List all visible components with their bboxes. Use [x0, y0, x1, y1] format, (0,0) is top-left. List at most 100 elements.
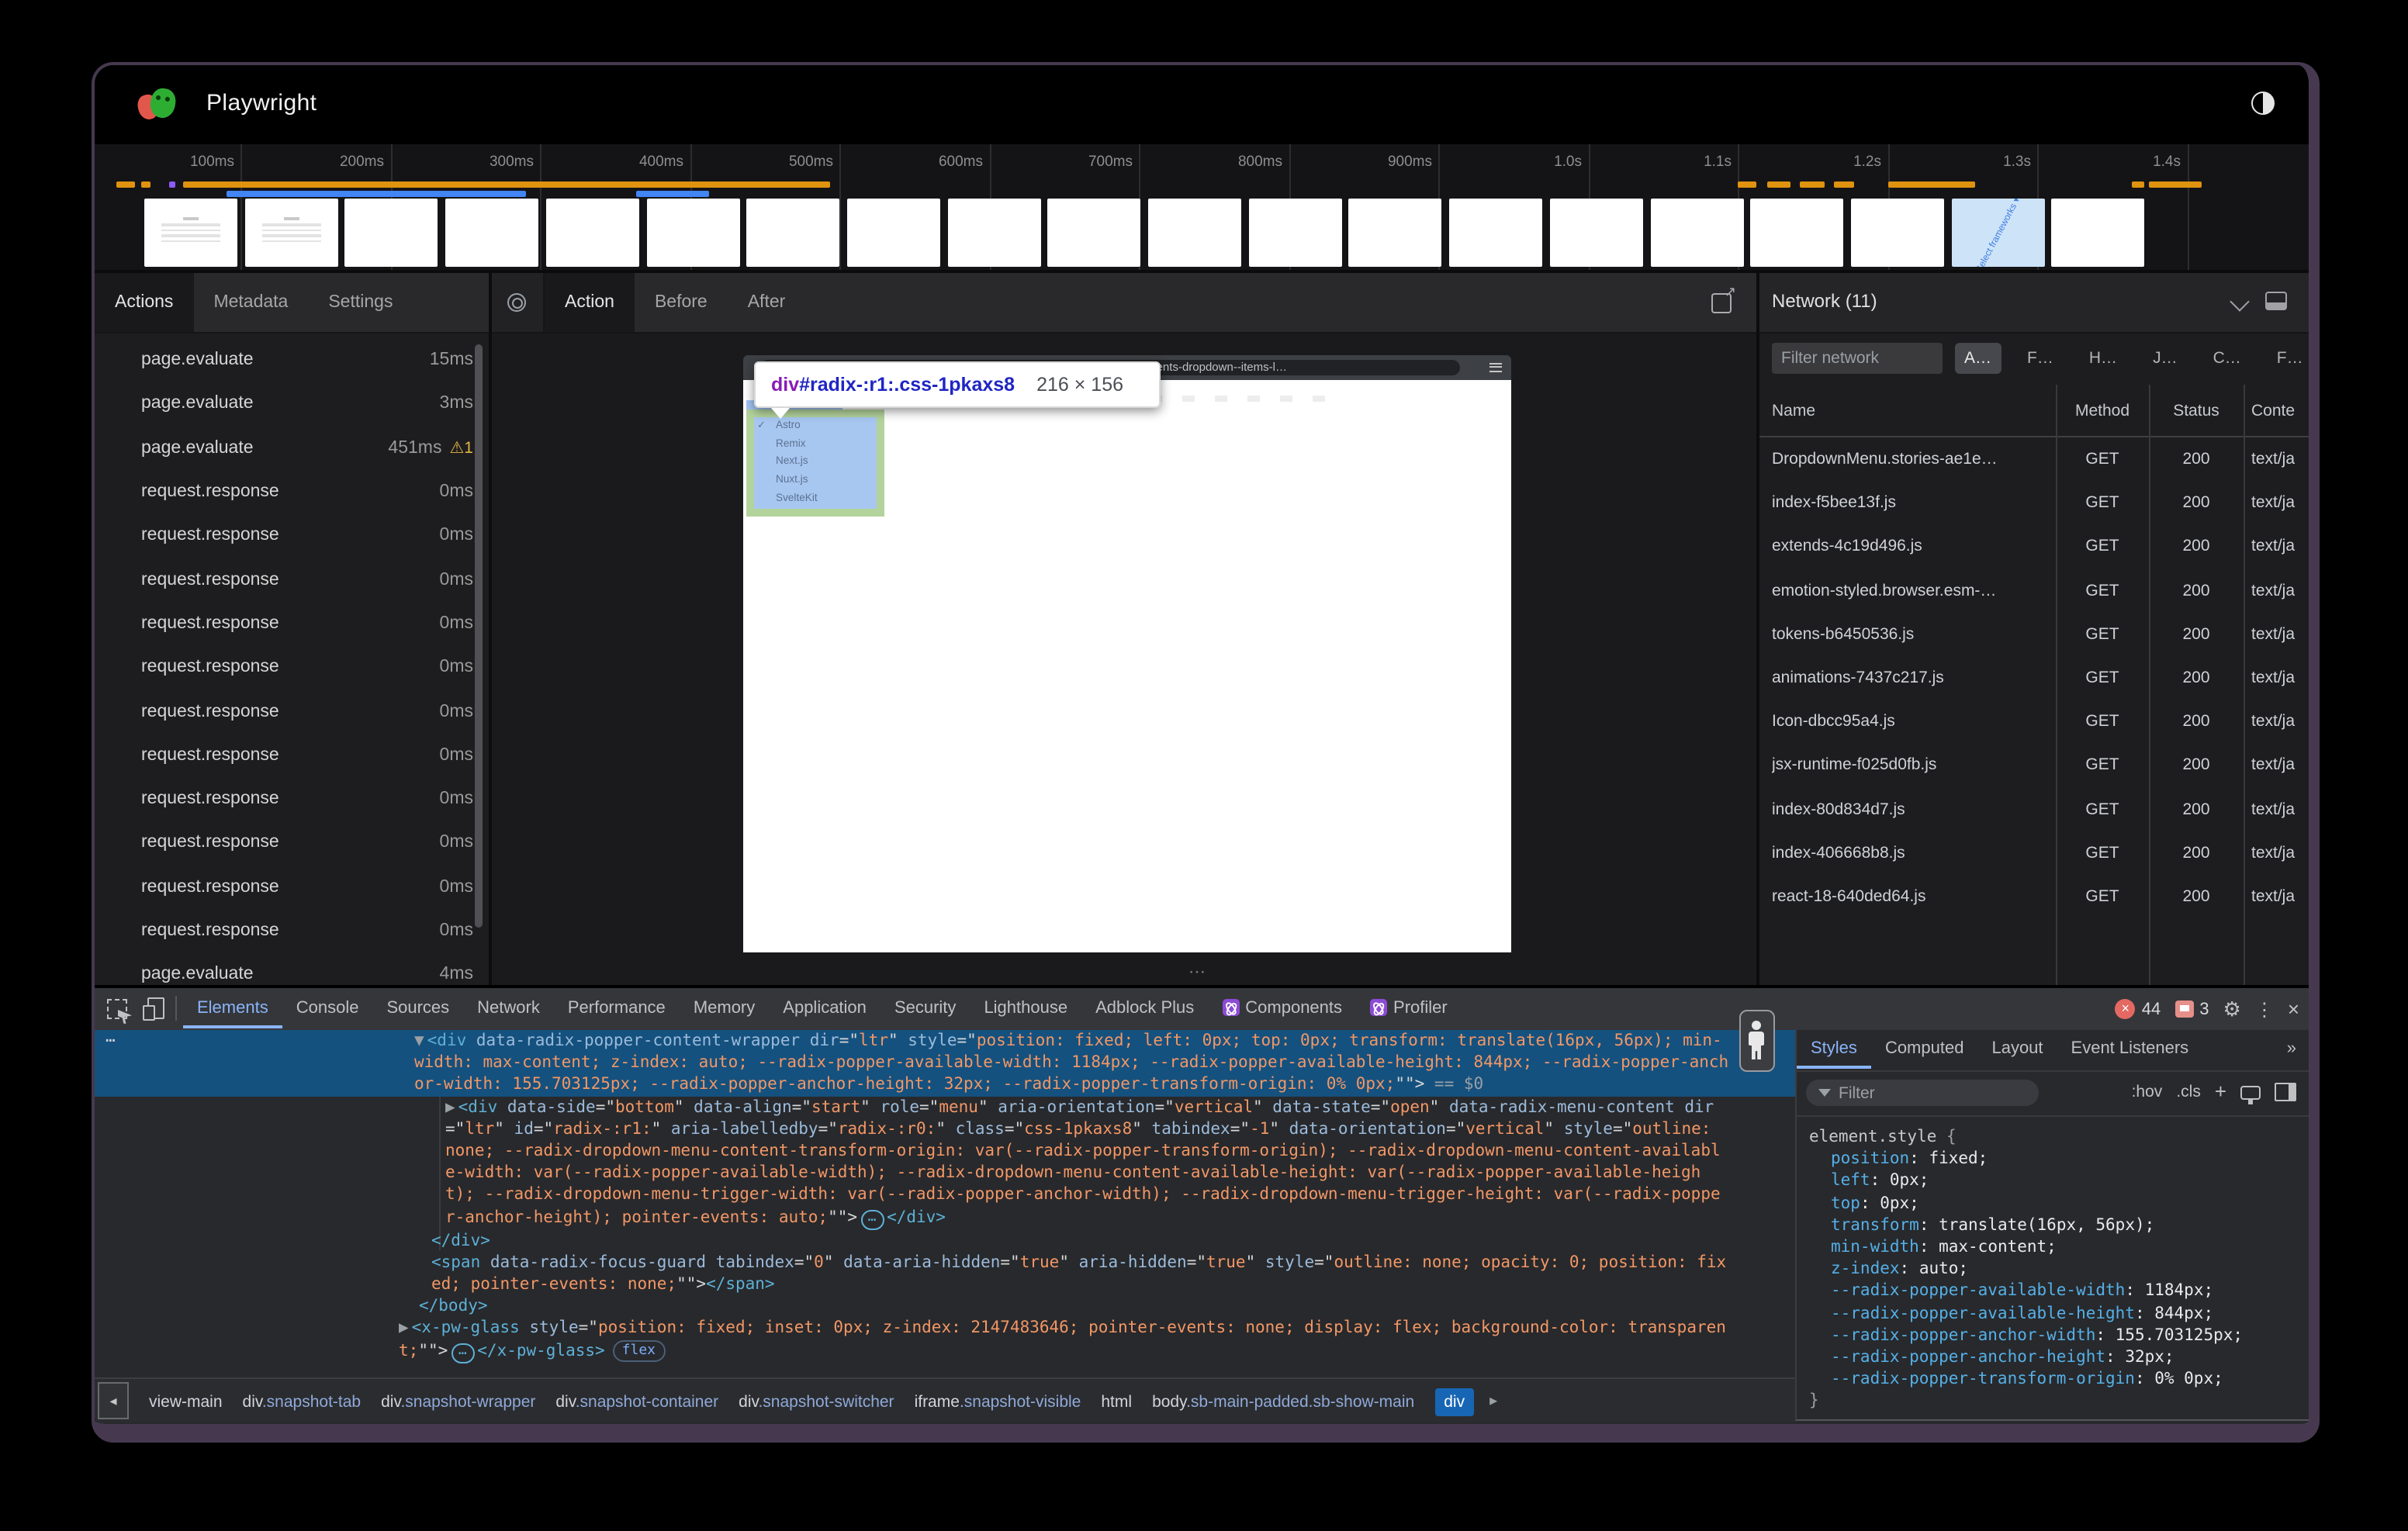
devtools-tab-adblock-plus[interactable]: Adblock Plus	[1081, 988, 1208, 1028]
film-thumbnail[interactable]	[847, 199, 940, 267]
inspect-element-icon[interactable]	[104, 996, 129, 1021]
open-external-icon[interactable]	[1711, 293, 1732, 313]
accessibility-person-icon[interactable]	[1739, 1010, 1775, 1072]
film-thumbnail[interactable]	[746, 199, 839, 267]
network-filter-chip[interactable]: A…	[1955, 343, 2001, 374]
network-row[interactable]: emotion-styled.browser.esm-…GET200text/j…	[1759, 569, 2309, 612]
tab-before[interactable]: Before	[635, 273, 728, 332]
devtools-tab-performance[interactable]: Performance	[554, 988, 680, 1028]
breadcrumb-item[interactable]: div	[1434, 1388, 1474, 1416]
network-filter-chip[interactable]: H…	[2080, 343, 2126, 374]
device-toolbar-icon[interactable]	[141, 996, 166, 1021]
more-tabs-icon[interactable]: »	[2287, 1030, 2296, 1069]
film-thumbnail[interactable]	[1048, 199, 1141, 267]
devtools-tab-network[interactable]: Network	[463, 988, 554, 1028]
style-property[interactable]: --radix-popper-transform-origin: 0% 0px;	[1809, 1368, 2296, 1390]
col-status[interactable]: Status	[2149, 401, 2244, 420]
elements-tree-node[interactable]: ▶<x-pw-glass style="position: fixed; ins…	[95, 1318, 1795, 1363]
expand-arrow-icon[interactable]: ▶	[399, 1319, 409, 1338]
styles-tab-event-listeners[interactable]: Event Listeners	[2057, 1030, 2203, 1069]
devtools-menu-icon[interactable]: ⋮	[2255, 998, 2274, 1020]
style-property[interactable]: z-index: auto;	[1809, 1258, 2296, 1280]
breadcrumb-back-button[interactable]: ◂	[98, 1382, 129, 1419]
action-row[interactable]: request.response0ms	[95, 645, 489, 689]
network-filter-chip[interactable]: J…	[2143, 343, 2187, 374]
style-property[interactable]: min-width: max-content;	[1809, 1236, 2296, 1258]
network-row[interactable]: Icon-dbcc95a4.jsGET200text/ja	[1759, 700, 2309, 743]
film-thumbnail[interactable]	[144, 199, 237, 267]
film-thumbnail[interactable]	[1851, 199, 1944, 267]
tab-after[interactable]: After	[728, 273, 806, 332]
dock-layout-icon[interactable]	[2265, 292, 2287, 310]
elements-tree-node[interactable]: </div>	[95, 1229, 1795, 1251]
action-row[interactable]: request.response0ms	[95, 513, 489, 558]
action-row[interactable]: request.response0ms	[95, 470, 489, 514]
breadcrumb-forward-icon[interactable]: ▸	[1489, 1392, 1497, 1409]
film-thumbnail[interactable]	[1248, 199, 1341, 267]
color-scheme-toggle-icon[interactable]	[2251, 92, 2275, 115]
film-thumbnail[interactable]	[1349, 199, 1442, 267]
expand-arrow-icon[interactable]: ▶	[445, 1097, 455, 1116]
style-property[interactable]: --radix-popper-available-height: 844px;	[1809, 1302, 2296, 1324]
issues-icon[interactable]	[2174, 1001, 2193, 1018]
film-thumbnail[interactable]	[546, 199, 639, 267]
devtools-tab-application[interactable]: Application	[769, 988, 881, 1028]
col-method[interactable]: Method	[2056, 401, 2149, 420]
style-property[interactable]: transform: translate(16px, 56px);	[1809, 1215, 2296, 1236]
elements-tree-node[interactable]: ⋯▼<div data-radix-popper-content-wrapper…	[95, 1030, 1795, 1096]
devtools-tab-console[interactable]: Console	[282, 988, 373, 1028]
style-property[interactable]: position: fixed;	[1809, 1148, 2296, 1170]
network-row[interactable]: react-18-640ded64.jsGET200text/ja	[1759, 875, 2309, 918]
chevron-down-icon[interactable]	[2230, 292, 2249, 311]
styles-tab-styles[interactable]: Styles	[1797, 1030, 1871, 1069]
elements-tree-node[interactable]: <span data-radix-focus-guard tabindex="0…	[95, 1252, 1795, 1296]
film-thumbnail[interactable]	[1750, 199, 1843, 267]
film-thumbnail[interactable]	[1148, 199, 1241, 267]
film-thumbnail[interactable]	[244, 199, 337, 267]
paintbrush-icon[interactable]	[2240, 1085, 2261, 1099]
breadcrumb-item[interactable]: div.snapshot-wrapper	[381, 1393, 535, 1412]
film-thumbnail[interactable]	[1449, 199, 1542, 267]
network-row[interactable]: index-80d834d7.jsGET200text/ja	[1759, 787, 2309, 831]
console-errors-icon[interactable]: ×	[2116, 999, 2136, 1019]
network-row[interactable]: tokens-b6450536.jsGET200text/ja	[1759, 613, 2309, 656]
styles-tab-computed[interactable]: Computed	[1871, 1030, 1978, 1069]
trace-timeline[interactable]: 100ms200ms300ms400ms500ms600ms700ms800ms…	[95, 144, 2309, 273]
breadcrumb-item[interactable]: div.snapshot-switcher	[739, 1393, 894, 1412]
breadcrumb-item[interactable]: body.sb-main-padded.sb-show-main	[1152, 1393, 1414, 1412]
style-property[interactable]: top: 0px;	[1809, 1192, 2296, 1214]
collapsed-content-icon[interactable]: …	[451, 1343, 474, 1363]
flex-badge[interactable]: flex	[613, 1339, 665, 1361]
film-thumbnail[interactable]	[345, 199, 438, 267]
collapsed-content-icon[interactable]: …	[860, 1209, 884, 1229]
actions-scrollbar[interactable]	[475, 344, 483, 928]
network-row[interactable]: jsx-runtime-f025d0fb.jsGET200text/ja	[1759, 744, 2309, 787]
action-row[interactable]: request.response0ms	[95, 558, 489, 602]
action-row[interactable]: request.response0ms	[95, 865, 489, 909]
style-selector[interactable]: element.style	[1809, 1128, 1936, 1146]
action-row[interactable]: request.response0ms	[95, 777, 489, 821]
devtools-resize-handle[interactable]: ⋯	[1188, 962, 1207, 982]
network-row[interactable]: index-f5bee13f.jsGET200text/ja	[1759, 481, 2309, 524]
film-thumbnail[interactable]	[1650, 199, 1743, 267]
action-row[interactable]: request.response0ms	[95, 733, 489, 777]
network-filter-input[interactable]	[1772, 343, 1943, 374]
elements-tree-node[interactable]: ▶<div data-side="bottom" data-align="sta…	[95, 1096, 1795, 1229]
devtools-close-icon[interactable]: ×	[2288, 997, 2299, 1021]
breadcrumb-item[interactable]: view-main	[149, 1393, 223, 1412]
elements-tree-node[interactable]: </body>	[95, 1295, 1795, 1317]
devtools-tab-elements[interactable]: Elements	[183, 988, 282, 1028]
devtools-tab-sources[interactable]: Sources	[372, 988, 463, 1028]
styles-filter-input[interactable]	[1839, 1083, 1994, 1102]
col-name[interactable]: Name	[1772, 401, 2056, 420]
network-filter-chip[interactable]: C…	[2204, 343, 2251, 374]
action-row[interactable]: page.evaluate3ms	[95, 382, 489, 427]
film-thumbnail[interactable]	[445, 199, 538, 267]
action-row[interactable]: page.evaluate15ms	[95, 338, 489, 382]
breadcrumb-item[interactable]: iframe.snapshot-visible	[915, 1393, 1081, 1412]
devtools-tab-security[interactable]: Security	[881, 988, 970, 1028]
film-thumbnail[interactable]	[947, 199, 1040, 267]
devtools-tab-components[interactable]: Components	[1208, 988, 1356, 1028]
action-row[interactable]: request.response0ms	[95, 689, 489, 734]
tab-actions[interactable]: Actions	[95, 273, 193, 332]
